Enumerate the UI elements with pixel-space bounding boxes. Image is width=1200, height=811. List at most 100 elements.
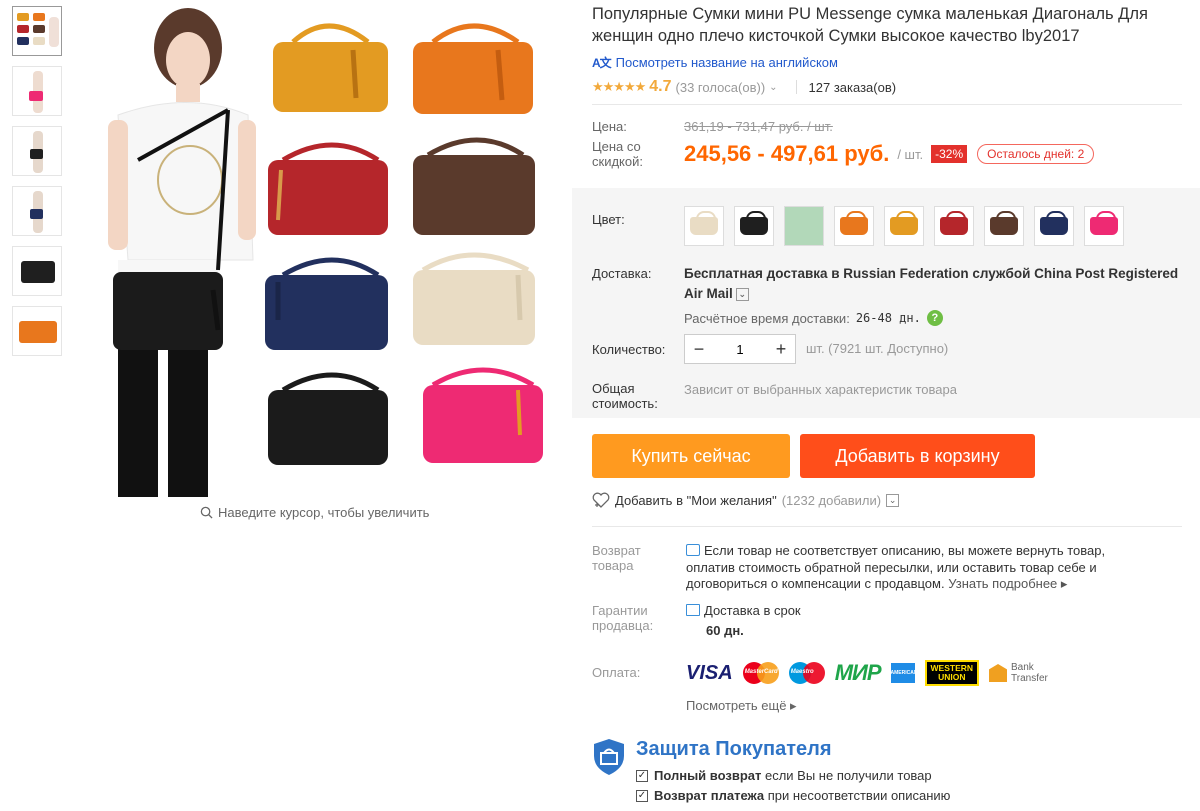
discount-price-label: Цена со скидкой: (592, 139, 643, 169)
thumbnail-3[interactable] (12, 126, 62, 176)
color-swatch-yellow[interactable] (884, 206, 924, 246)
bank-line2: Transfer (1011, 673, 1048, 684)
divider (795, 80, 797, 94)
thumbnail-list (12, 6, 62, 366)
quantity-row: Количество: − + шт. (7921 шт. Доступно) (592, 334, 948, 364)
protection-item-refund: ✓ Полный возврат если Вы не получили тов… (636, 768, 932, 783)
price-label: Цена: (592, 118, 627, 134)
returns-row: Возврат товара Если товар не соответству… (592, 543, 1146, 593)
rating-value: 4.7 (649, 78, 672, 95)
zoom-hint: Наведите курсор, чтобы увеличить (200, 505, 429, 520)
protection-item-payment-return: ✓ Возврат платежа при несоответствии опи… (636, 788, 950, 803)
delivery-time: Расчётное время доставки: 26-48 дн. ? (684, 310, 1194, 326)
price-unit: / шт. (897, 146, 924, 162)
guarantee-description: Доставка в срок (704, 603, 801, 618)
maestro-label: Maestro (790, 669, 814, 675)
color-swatch-red[interactable] (934, 206, 974, 246)
chevron-down-icon[interactable]: ⌄ (735, 287, 749, 301)
shipping-method[interactable]: Бесплатная доставка в Russian Federation… (684, 264, 1194, 304)
payment-row: Оплата: (592, 665, 686, 680)
total-row: Общая стоимость: Зависит от выбранных ха… (592, 381, 957, 411)
discount-price: 245,56 - 497,61 руб. (684, 141, 890, 166)
add-to-cart-button[interactable]: Добавить в корзину (800, 434, 1035, 478)
shipping-method-text: Бесплатная доставка в Russian Federation… (684, 266, 1179, 301)
color-swatch-pink[interactable] (1084, 206, 1124, 246)
thumbnail-4[interactable] (12, 186, 62, 236)
quantity-input[interactable] (720, 341, 760, 357)
shipping-label: Доставка: (592, 266, 652, 281)
protection-item1-bold: Полный возврат (654, 768, 762, 783)
delivery-truck-icon (686, 604, 700, 616)
color-label: Цвет: (592, 212, 625, 227)
color-swatch-black[interactable] (734, 206, 774, 246)
discount-badge: -32% (931, 145, 968, 163)
protection-item2-text: при несоответствии описанию (767, 788, 951, 803)
thumbnail-2[interactable] (12, 66, 62, 116)
payment-label: Оплата: (592, 665, 641, 680)
color-swatch-navy[interactable] (1034, 206, 1074, 246)
product-title: Популярные Сумки мини PU Messenge сумка … (592, 5, 1148, 45)
translate-title-link[interactable]: A文 Посмотреть название на английском (592, 54, 1200, 71)
thumbnail-6[interactable] (12, 306, 62, 356)
bag-grid (265, 23, 543, 465)
guarantee-row: Гарантии продавца: Доставка в срок 60 дн… (592, 603, 1126, 639)
zoom-hint-text: Наведите курсор, чтобы увеличить (218, 505, 430, 520)
learn-more-link[interactable]: Узнать подробнее ▸ (948, 576, 1067, 591)
checkbox-icon: ✓ (636, 789, 648, 802)
discount-price-row: Цена со скидкой: 245,56 - 497,61 руб. / … (592, 139, 1200, 169)
quantity-available: шт. (7921 шт. Доступно) (806, 341, 949, 356)
color-swatch-beige[interactable] (684, 206, 724, 246)
western-union-logo: WESTERN UNION (924, 660, 980, 686)
orders-count: 127 заказа(ов) (808, 79, 897, 95)
chevron-down-icon[interactable]: ⌄ (769, 82, 777, 93)
visa-logo: VISA (686, 661, 733, 684)
buy-now-button[interactable]: Купить сейчас (592, 434, 790, 478)
payment-methods: VISA MasterCard Maestro МИР AMERICAN EXP… (686, 660, 1048, 686)
wishlist-label: Добавить в "Мои желания" (615, 492, 777, 508)
thumbnail-1[interactable] (12, 6, 62, 56)
color-swatch-orange[interactable] (834, 206, 874, 246)
increase-button[interactable]: + (767, 339, 795, 360)
color-row: Цвет: (592, 206, 1124, 246)
quantity-label: Количество: (592, 342, 666, 357)
see-more-payments-link[interactable]: Посмотреть ещё ▸ (686, 698, 797, 714)
main-product-image[interactable] (78, 0, 558, 497)
maestro-logo: Maestro (788, 662, 825, 684)
help-icon[interactable]: ? (926, 310, 943, 326)
shield-icon (594, 739, 624, 775)
protection-item1-text: если Вы не получили товар (764, 768, 932, 783)
delivery-time-value: 26-48 дн. (855, 311, 921, 325)
returns-text: Если товар не соответствует описанию, вы… (686, 543, 1146, 593)
mastercard-logo: MasterCard (742, 662, 779, 684)
model-figure (108, 8, 256, 497)
shipping-row: Доставка: Бесплатная доставка в Russian … (592, 264, 1194, 326)
decrease-button[interactable]: − (685, 339, 713, 360)
mastercard-label: MasterCard (744, 669, 778, 675)
wu-line2: UNION (938, 672, 966, 682)
translate-title-label: Посмотреть название на английском (615, 55, 838, 70)
returns-label: Возврат товара (592, 543, 641, 573)
wishlist-row[interactable]: Добавить в "Мои желания" (1232 добавили)… (592, 492, 900, 508)
divider (592, 104, 1182, 105)
protection-title: Защита Покупателя (636, 738, 832, 760)
bank-transfer-logo: Bank Transfer (989, 662, 1048, 684)
total-label: Общая стоимость: (592, 381, 658, 411)
chevron-down-icon[interactable]: ⌄ (886, 493, 900, 507)
color-swatch-brown[interactable] (984, 206, 1024, 246)
delivery-time-label: Расчётное время доставки: (684, 310, 850, 326)
guarantee-text: Доставка в срок 60 дн. (686, 603, 1126, 639)
product-photo (108, 8, 543, 497)
divider (592, 526, 1182, 527)
days-left-badge: Осталось дней: 2 (977, 144, 1095, 164)
color-swatch-green[interactable] (784, 206, 824, 246)
product-info: Популярные Сумки мини PU Messenge сумка … (592, 0, 1200, 169)
protection-item2-bold: Возврат платежа (654, 788, 765, 803)
guarantee-days: 60 дн. (706, 622, 744, 638)
original-price-row: Цена: 361,19 - 731,47 руб. / шт. (592, 117, 1200, 135)
quantity-stepper: − + (684, 334, 796, 364)
votes-link[interactable]: (33 голоса(ов)) (676, 80, 766, 95)
total-value: Зависит от выбранных характеристик товар… (684, 382, 957, 397)
bank-icon (989, 664, 1008, 682)
thumbnail-5[interactable] (12, 246, 62, 296)
color-swatches (684, 206, 1124, 246)
